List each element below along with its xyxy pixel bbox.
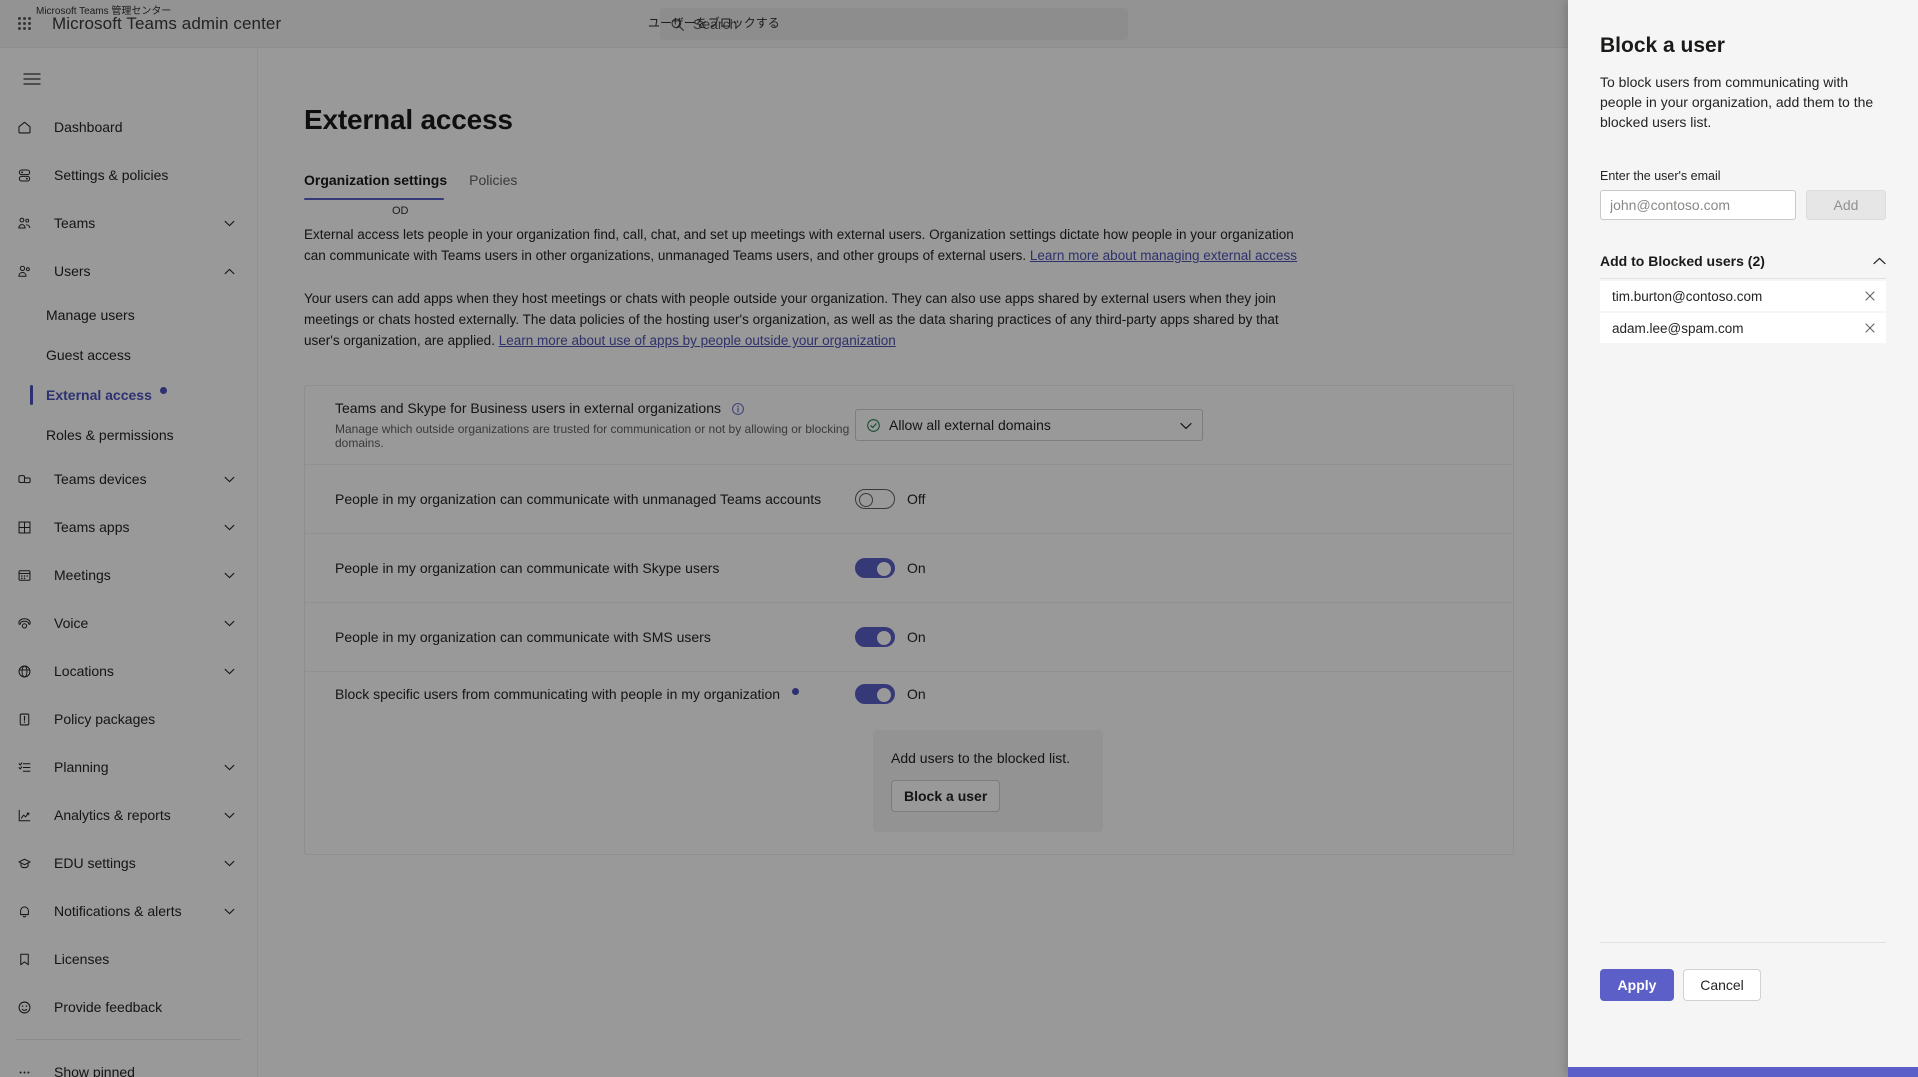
- blocked-users-section-header[interactable]: Add to Blocked users (2): [1600, 253, 1886, 279]
- block-a-user-panel: Block a user To block users from communi…: [1568, 0, 1918, 1077]
- apply-button[interactable]: Apply: [1600, 969, 1674, 1001]
- panel-description: To block users from communicating with p…: [1600, 72, 1886, 132]
- email-field-label: Enter the user's email: [1600, 169, 1886, 183]
- blocked-users-section-title: Add to Blocked users (2): [1600, 253, 1765, 269]
- screen: Microsoft Teams admin center Search: [0, 0, 1918, 1077]
- list-item[interactable]: tim.burton@contoso.com: [1600, 281, 1886, 311]
- add-button[interactable]: Add: [1806, 190, 1886, 220]
- panel-title: Block a user: [1600, 34, 1886, 58]
- list-item[interactable]: adam.lee@spam.com: [1600, 313, 1886, 343]
- close-x-icon[interactable]: [1864, 290, 1876, 302]
- blocked-user-email: tim.burton@contoso.com: [1612, 289, 1864, 304]
- footer-buttons: Apply Cancel: [1600, 943, 1886, 1001]
- modal-dim-overlay[interactable]: [0, 0, 1568, 1077]
- panel-body: Block a user To block users from communi…: [1568, 0, 1918, 942]
- cancel-button[interactable]: Cancel: [1683, 969, 1761, 1001]
- blocked-user-email: adam.lee@spam.com: [1612, 321, 1864, 336]
- email-field[interactable]: [1600, 190, 1796, 220]
- chevron-up-icon[interactable]: [1873, 257, 1886, 265]
- panel-accent-bar: [1568, 1067, 1918, 1077]
- footer-spacer: [1600, 1001, 1886, 1067]
- panel-footer: Apply Cancel: [1568, 942, 1918, 1067]
- close-x-icon[interactable]: [1864, 322, 1876, 334]
- email-field-row: Add: [1600, 190, 1886, 220]
